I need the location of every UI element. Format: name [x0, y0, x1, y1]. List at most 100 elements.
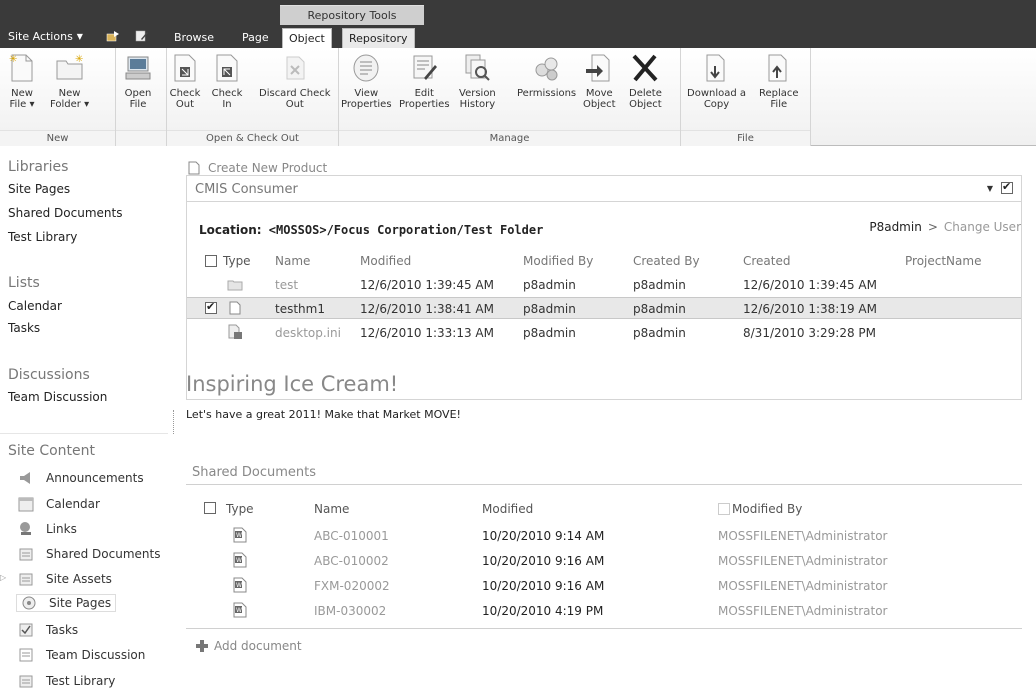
- download-copy-button[interactable]: Download a Copy: [687, 52, 746, 110]
- check-in-button[interactable]: Check In: [211, 52, 243, 110]
- tab-browse[interactable]: Browse: [168, 28, 220, 48]
- table-row[interactable]: desktop.ini 12/6/2010 1:33:13 AM p8admin…: [187, 322, 1021, 344]
- site-content-team-discussion[interactable]: Team Discussion: [18, 646, 145, 664]
- expand-arrow-icon[interactable]: ▷: [0, 573, 6, 582]
- links-icon: [20, 522, 31, 535]
- item-name-link[interactable]: testhm1: [275, 302, 325, 316]
- nav-link-tasks[interactable]: Tasks: [8, 321, 40, 335]
- site-content-test-library[interactable]: Test Library: [18, 672, 115, 690]
- table-row-selected[interactable]: testhm1 12/6/2010 1:38:41 AM p8admin p8a…: [187, 297, 1021, 319]
- create-new-product-link[interactable]: Create New Product: [188, 161, 327, 175]
- replace-file-button[interactable]: Replace File: [759, 52, 799, 110]
- check-out-button[interactable]: Check Out: [169, 52, 201, 110]
- column-header-name[interactable]: Name: [314, 502, 349, 516]
- add-document-link[interactable]: Add document: [196, 639, 302, 653]
- nav-heading-libraries[interactable]: Libraries: [8, 159, 68, 175]
- tab-repository[interactable]: Repository: [342, 28, 415, 49]
- nav-heading-site-content[interactable]: Site Content: [8, 443, 95, 459]
- document-icon: [229, 301, 241, 315]
- document-modified-by[interactable]: MOSSFILENET\Administrator: [718, 604, 887, 618]
- item-name-link[interactable]: test: [275, 278, 298, 292]
- document-name-link[interactable]: FXM-020002: [314, 579, 390, 593]
- site-content-shared-documents[interactable]: Shared Documents: [18, 545, 160, 563]
- change-user-link[interactable]: Change User: [944, 220, 1021, 234]
- item-modified: 12/6/2010 1:33:13 AM: [360, 326, 494, 340]
- site-content-announcements[interactable]: Announcements: [18, 469, 144, 487]
- nav-link-test-library[interactable]: Test Library: [8, 230, 77, 244]
- nav-link-shared-documents[interactable]: Shared Documents: [8, 206, 122, 220]
- settings-file-icon: [228, 324, 242, 339]
- tab-object[interactable]: Object: [282, 28, 332, 49]
- site-actions-menu[interactable]: Site Actions ▼: [8, 30, 83, 43]
- column-header-modified[interactable]: Modified: [360, 254, 411, 268]
- nav-link-site-pages[interactable]: Site Pages: [8, 182, 70, 196]
- move-object-label-1: Move: [585, 88, 613, 99]
- edit-page-icon[interactable]: [135, 30, 149, 42]
- table-row[interactable]: test 12/6/2010 1:39:45 AM p8admin p8admi…: [187, 274, 1021, 296]
- column-header-modified-by[interactable]: Modified By: [523, 254, 593, 268]
- open-file-button[interactable]: Open File: [122, 52, 154, 110]
- site-content-site-pages[interactable]: Site Pages: [16, 594, 117, 612]
- location-label: Location:: [199, 223, 262, 237]
- list-item[interactable]: W FXM-020002 10/20/2010 9:16 AM MOSSFILE…: [186, 574, 1022, 598]
- list-item[interactable]: W ABC-010002 10/20/2010 9:16 AM MOSSFILE…: [186, 549, 1022, 573]
- word-document-icon: W: [233, 527, 247, 543]
- shared-documents-webpart-title[interactable]: Shared Documents: [192, 465, 316, 480]
- list-item[interactable]: W ABC-010001 10/20/2010 9:14 AM MOSSFILE…: [186, 524, 1022, 548]
- webpart-select-checkbox[interactable]: [1001, 180, 1013, 194]
- document-name-link[interactable]: IBM-030002: [314, 604, 386, 618]
- delete-object-button[interactable]: Delete Object: [629, 52, 662, 110]
- ribbon-group-checkout: Check Out Check In Discard Check Out Ope…: [167, 48, 339, 146]
- open-file-label-1: Open: [124, 88, 152, 99]
- select-all-checkbox[interactable]: [205, 255, 217, 267]
- column-header-created-by[interactable]: Created By: [633, 254, 700, 268]
- webpart-menu-dropdown-icon[interactable]: ▼: [987, 184, 993, 193]
- column-header-name[interactable]: Name: [275, 254, 310, 268]
- column-header-type[interactable]: Type: [223, 254, 251, 268]
- document-name-link[interactable]: ABC-010001: [314, 529, 389, 543]
- column-header-modified-by[interactable]: Modified By: [718, 502, 802, 516]
- view-properties-button[interactable]: View Properties: [341, 52, 392, 110]
- site-content-site-assets[interactable]: Site Assets: [18, 570, 112, 588]
- move-object-button[interactable]: Move Object: [583, 52, 616, 110]
- add-document-label: Add document: [214, 639, 302, 653]
- new-folder-button[interactable]: ✳ New Folder ▾: [50, 52, 89, 110]
- site-content-calendar[interactable]: Calendar: [18, 495, 100, 513]
- item-created: 8/31/2010 3:29:28 PM: [743, 326, 877, 340]
- item-name-link[interactable]: desktop.ini: [275, 326, 341, 340]
- discard-check-out-button[interactable]: Discard Check Out: [259, 52, 331, 110]
- column-header-modified[interactable]: Modified: [482, 502, 533, 516]
- row-checkbox[interactable]: [205, 300, 217, 314]
- document-modified-by[interactable]: MOSSFILENET\Administrator: [718, 579, 887, 593]
- document-name-link[interactable]: ABC-010002: [314, 554, 389, 568]
- ribbon-group-file: Download a Copy Replace File File: [681, 48, 811, 146]
- document-modified: 10/20/2010 9:14 AM: [482, 529, 605, 543]
- column-header-project-name[interactable]: ProjectName: [905, 254, 981, 268]
- nav-splitter[interactable]: [173, 410, 175, 434]
- select-all-checkbox[interactable]: [204, 502, 216, 514]
- nav-heading-discussions[interactable]: Discussions: [8, 367, 90, 383]
- document-library-icon: [19, 675, 33, 688]
- edit-properties-button[interactable]: Edit Properties: [399, 52, 450, 110]
- navigate-up-icon[interactable]: [106, 30, 120, 42]
- list-item[interactable]: W IBM-030002 10/20/2010 4:19 PM MOSSFILE…: [186, 599, 1022, 623]
- nav-link-calendar[interactable]: Calendar: [8, 299, 62, 313]
- version-history-button[interactable]: Version History: [459, 52, 496, 110]
- nav-heading-lists[interactable]: Lists: [8, 275, 40, 291]
- column-header-created[interactable]: Created: [743, 254, 791, 268]
- calendar-icon: [18, 497, 34, 512]
- page-title: Inspiring Ice Cream!: [186, 372, 399, 396]
- folder-icon: [227, 280, 243, 291]
- new-document-icon: [188, 161, 200, 175]
- permissions-button[interactable]: Permissions: [517, 52, 576, 99]
- site-content-links[interactable]: Links: [18, 520, 77, 538]
- nav-link-team-discussion[interactable]: Team Discussion: [8, 390, 107, 404]
- document-modified-by[interactable]: MOSSFILENET\Administrator: [718, 554, 887, 568]
- delete-object-label-2: Object: [629, 99, 662, 110]
- document-modified-by[interactable]: MOSSFILENET\Administrator: [718, 529, 887, 543]
- column-header-type[interactable]: Type: [226, 502, 254, 516]
- tab-page[interactable]: Page: [236, 28, 275, 48]
- site-content-tasks[interactable]: Tasks: [18, 621, 78, 639]
- item-modified: 12/6/2010 1:38:41 AM: [360, 302, 494, 316]
- new-file-button[interactable]: ✳ New File ▾: [6, 52, 38, 110]
